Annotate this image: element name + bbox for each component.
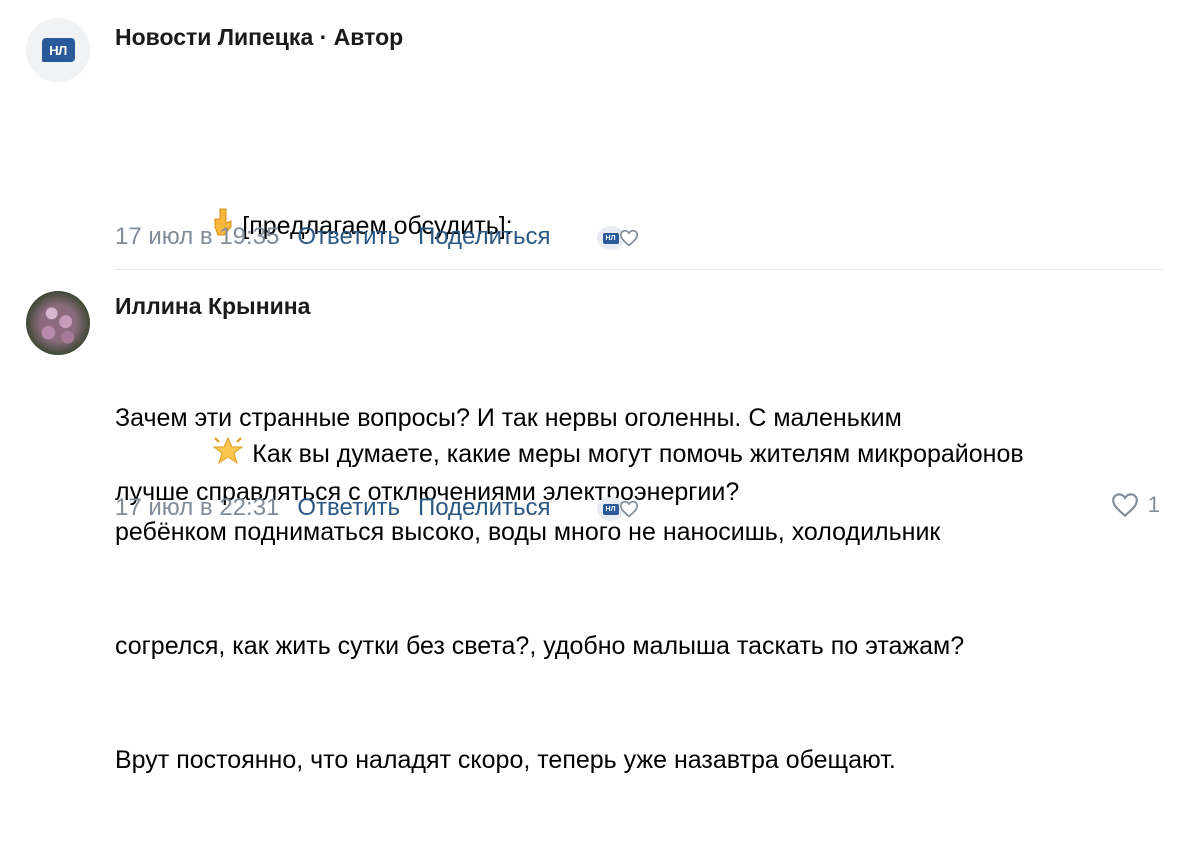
- comment-meta: 17 июл в 22:31 Ответить Поделиться НЛ: [115, 493, 647, 523]
- author-avatar[interactable]: [26, 291, 90, 355]
- heart-icon: [619, 500, 638, 518]
- comment-item: НЛ Новости Липецка · Автор [предлагаем о…: [0, 0, 1200, 506]
- comment-meta: 17 июл в 19:35 Ответить Поделиться НЛ: [115, 222, 647, 252]
- author-name[interactable]: Новости Липецка · Автор: [115, 24, 403, 51]
- comment-date[interactable]: 17 июл в 19:35: [115, 223, 279, 251]
- comment-text: Зачем эти странные вопросы? И так нервы …: [115, 323, 964, 855]
- reply-button[interactable]: Ответить: [297, 223, 400, 251]
- author-name[interactable]: Иллина Крынина: [115, 293, 310, 320]
- comment-divider: [115, 269, 1163, 270]
- author-like-indicator[interactable]: НЛ: [596, 493, 647, 523]
- heart-icon: [619, 229, 638, 247]
- reply-button[interactable]: Ответить: [297, 494, 400, 522]
- comment-date[interactable]: 17 июл в 22:31: [115, 494, 279, 522]
- author-like-indicator[interactable]: НЛ: [596, 222, 647, 252]
- comment-line: Врут постоянно, что наладят скоро, тепер…: [115, 746, 896, 774]
- heart-icon: [1111, 493, 1138, 518]
- author-avatar[interactable]: НЛ: [26, 18, 90, 82]
- share-button[interactable]: Поделиться: [418, 223, 551, 251]
- share-button[interactable]: Поделиться: [418, 494, 551, 522]
- comment-line: Зачем эти странные вопросы? И так нервы …: [115, 404, 902, 432]
- liker-label: НЛ: [602, 503, 619, 515]
- like-count: 1: [1147, 492, 1160, 517]
- news-logo-icon: НЛ: [41, 38, 75, 62]
- liker-label: НЛ: [602, 232, 619, 244]
- like-button[interactable]: 1: [1110, 492, 1160, 518]
- comment-line: согрелся, как жить сутки без света?, удо…: [115, 632, 965, 660]
- comment-item: Иллина Крынина Зачем эти странные вопрос…: [0, 272, 1200, 774]
